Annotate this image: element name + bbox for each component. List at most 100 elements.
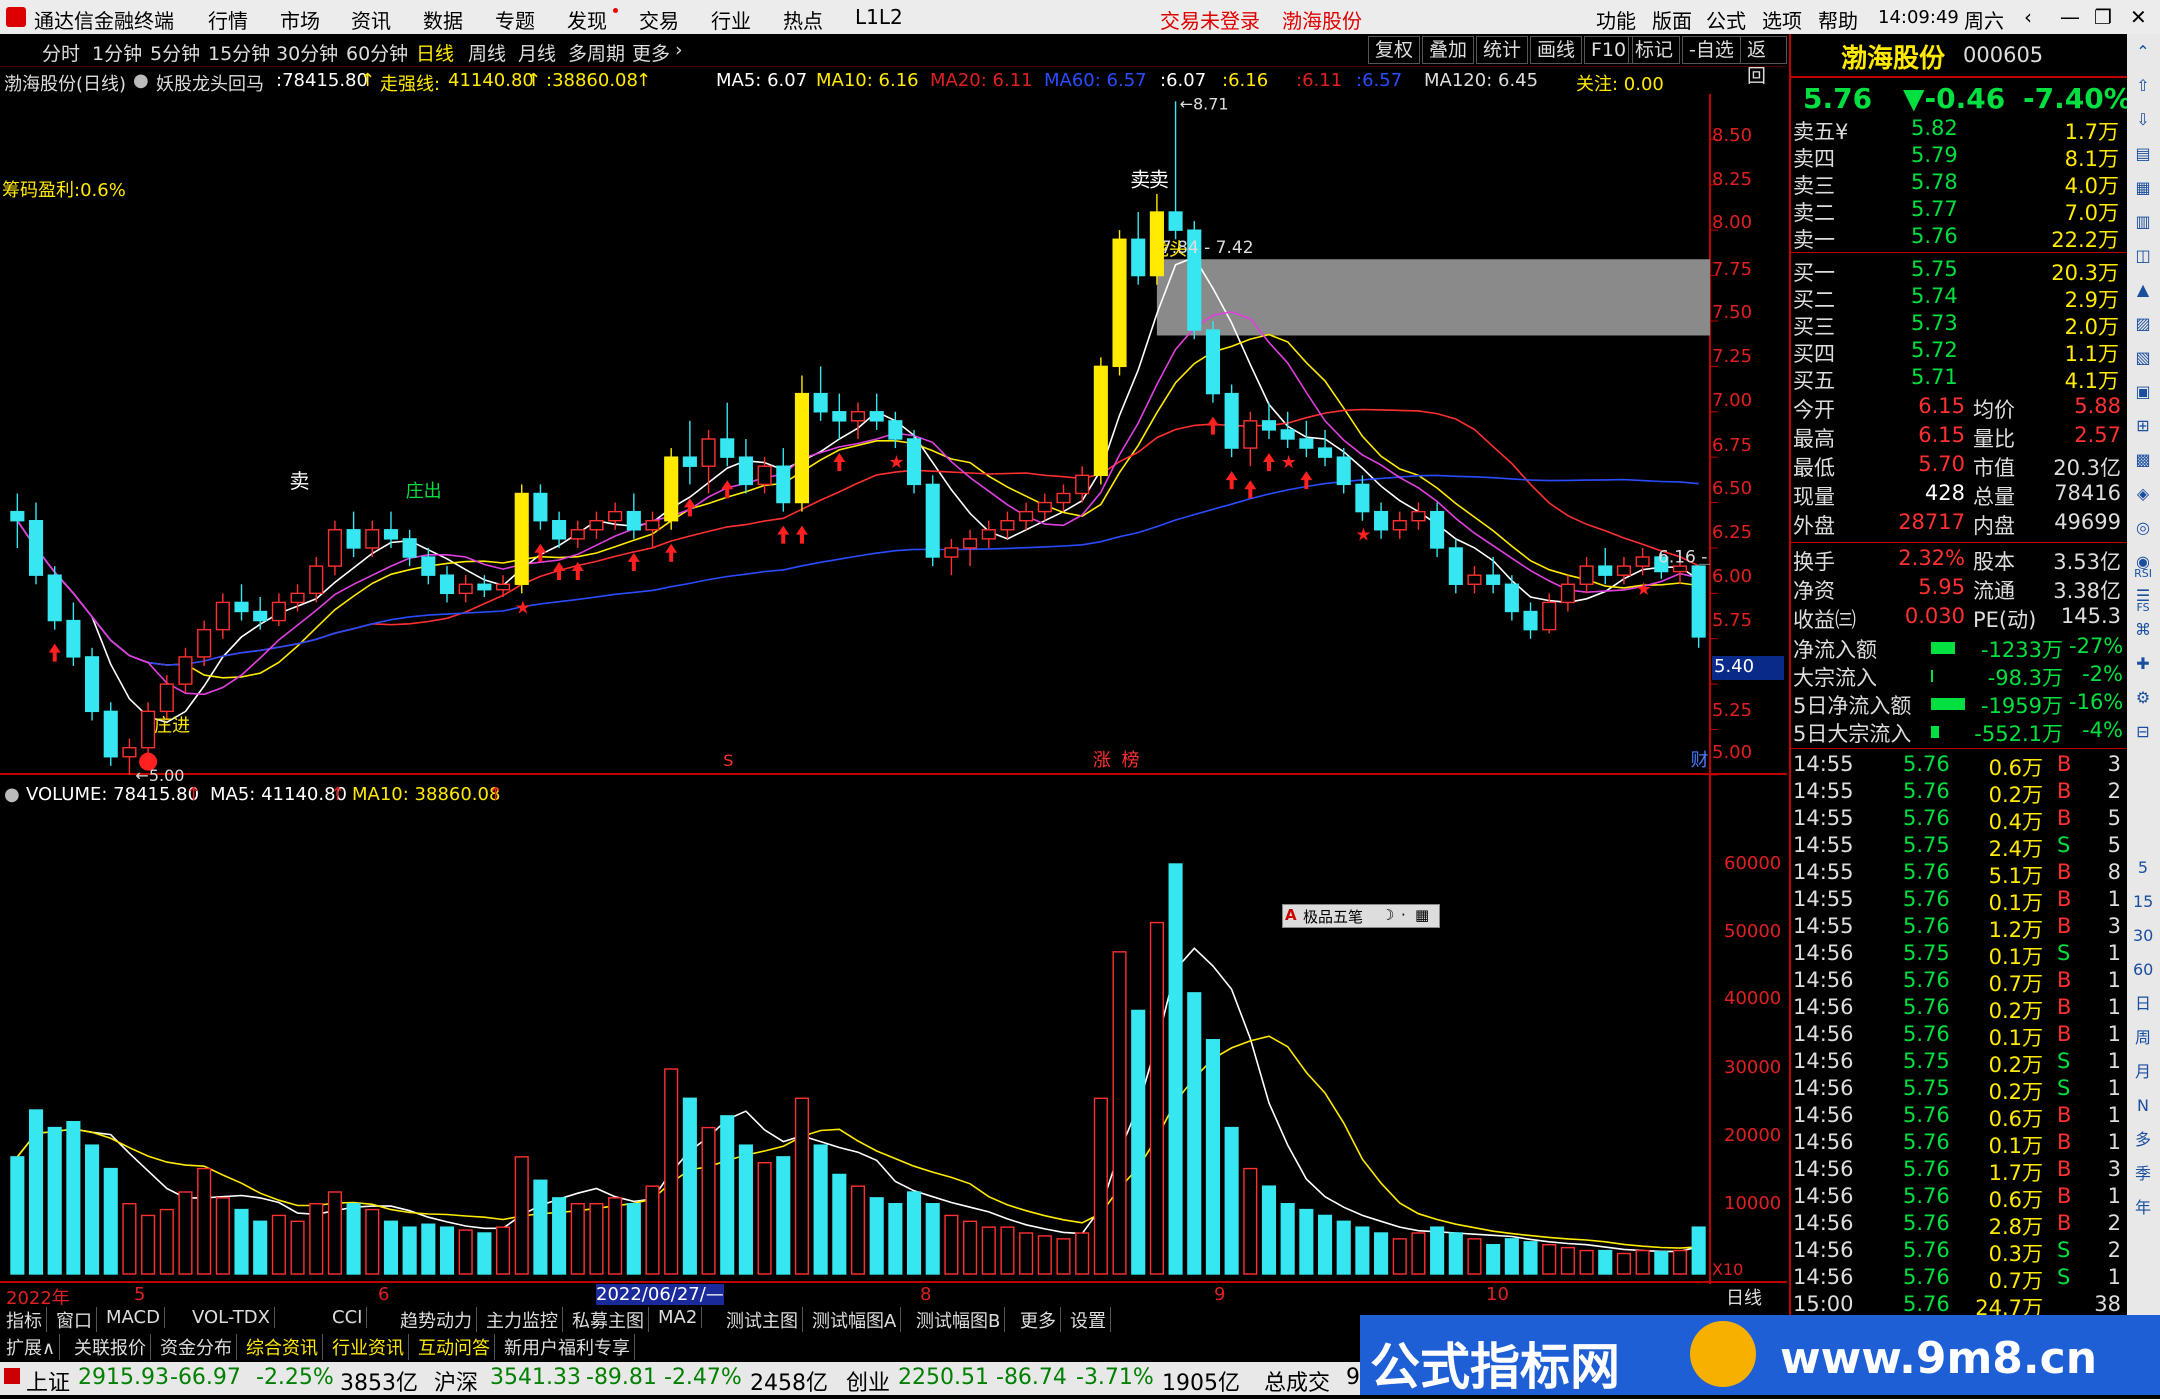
side-tool-icon[interactable]: ⚙	[2133, 688, 2153, 708]
period-weekly[interactable]: 周线	[468, 39, 506, 66]
menu-redian[interactable]: 热点	[783, 5, 823, 34]
indicator-tab-5[interactable]: 趋势动力	[396, 1307, 477, 1333]
hs-label[interactable]: 沪深	[434, 1365, 478, 1397]
menu-jiaoyi[interactable]: 交易	[639, 5, 679, 34]
side-tool-icon[interactable]: ◎	[2133, 518, 2153, 538]
period-5min[interactable]: 5分钟	[150, 39, 200, 66]
menu-shuju[interactable]: 数据	[423, 5, 463, 34]
info-tab-2[interactable]: 资金分布	[156, 1334, 237, 1360]
menu-hangqing[interactable]: 行情	[208, 5, 248, 34]
indicator-tab-2[interactable]: MACD	[102, 1307, 165, 1328]
period-15min[interactable]: 15分钟	[208, 39, 270, 66]
side-tool-icon[interactable]: ◫	[2133, 246, 2153, 266]
close-icon[interactable]: ✕	[2130, 5, 2147, 29]
side-tool-icon[interactable]: ▤	[2133, 144, 2153, 164]
menu-banmian[interactable]: 版面	[1652, 5, 1692, 34]
indicator-tab-7[interactable]: 私募主图	[568, 1307, 649, 1333]
side-tool-icon[interactable]: ⇩	[2133, 110, 2153, 130]
side-period-15[interactable]: 15	[2133, 892, 2153, 912]
side-period-1[interactable]: 周	[2133, 1028, 2153, 1048]
minimize-icon[interactable]: —	[2060, 5, 2080, 29]
sh-label[interactable]: 上证	[26, 1365, 70, 1397]
period-more[interactable]: 更多	[632, 39, 670, 66]
orderbook-price[interactable]: 5.76	[1911, 224, 1958, 248]
indicator-tab-8[interactable]: MA2	[654, 1307, 703, 1328]
period-monthly[interactable]: 月线	[518, 39, 556, 66]
period-multi[interactable]: 多周期	[568, 39, 625, 66]
menu-shichang[interactable]: 市场	[280, 5, 320, 34]
period-fenshi[interactable]: 分时	[42, 39, 80, 66]
menu-hangye[interactable]: 行业	[711, 5, 751, 34]
indicator-tab-10[interactable]: 测试幅图A	[808, 1307, 902, 1333]
ime-punct-icon[interactable]: ·	[1401, 906, 1406, 924]
period-daily[interactable]: 日线	[416, 39, 454, 66]
menu-zixun[interactable]: 资讯	[351, 5, 391, 34]
cy-label[interactable]: 创业	[846, 1365, 890, 1397]
restore-icon[interactable]: ❐	[2094, 5, 2112, 29]
info-tab-5[interactable]: 互动问答	[414, 1334, 495, 1360]
side-tool-icon[interactable]: ▦	[2133, 178, 2153, 198]
side-tool-icon[interactable]: ▩	[2133, 450, 2153, 470]
side-tool-icon[interactable]: ⇧	[2133, 76, 2153, 96]
side-period-3[interactable]: N	[2133, 1096, 2153, 1116]
info-tab-0[interactable]: 扩展∧	[2, 1334, 61, 1360]
orderbook-price[interactable]: 5.78	[1911, 170, 1958, 194]
period-1min[interactable]: 1分钟	[92, 39, 142, 66]
orderbook-price[interactable]: 5.79	[1911, 143, 1958, 167]
period-60min[interactable]: 60分钟	[346, 39, 408, 66]
side-label-fs[interactable]: FS	[2133, 598, 2153, 618]
indicator-tab-1[interactable]: 窗口	[52, 1307, 97, 1333]
btn-diejia[interactable]: 叠加	[1422, 36, 1475, 64]
side-tool-icon[interactable]: ▥	[2133, 212, 2153, 232]
indicator-tab-0[interactable]: 指标	[2, 1307, 47, 1333]
btn-f10[interactable]: F10	[1584, 36, 1634, 64]
menu-bangzhu[interactable]: 帮助	[1818, 5, 1858, 34]
back-arrow-icon[interactable]: ‹	[2024, 5, 2032, 29]
side-tool-icon[interactable]: ⊞	[2133, 416, 2153, 436]
orderbook-price[interactable]: 5.74	[1911, 284, 1958, 308]
formula-icon[interactable]: ●	[133, 70, 149, 91]
menu-faxian[interactable]: 发现	[567, 5, 607, 34]
side-label-rsi[interactable]: RSI	[2133, 564, 2153, 584]
info-tab-1[interactable]: 关联报价	[70, 1334, 151, 1360]
btn-huaxian[interactable]: 画线	[1530, 36, 1583, 64]
ime-keyboard-icon[interactable]: ▦	[1415, 906, 1429, 924]
btn-fuquan[interactable]: 复权	[1368, 36, 1421, 64]
menu-gongneng[interactable]: 功能	[1596, 5, 1636, 34]
side-period-2[interactable]: 月	[2133, 1062, 2153, 1082]
side-tool-icon[interactable]: ⌃	[2133, 42, 2153, 62]
indicator-tab-9[interactable]: 测试主图	[722, 1307, 803, 1333]
side-period-6[interactable]: 年	[2133, 1198, 2153, 1218]
side-tool-icon[interactable]: ▧	[2133, 348, 2153, 368]
kline-chart[interactable]: ★★ ★★★←8.71←5.007.84 - 7.426.16 -卖卖卖龙头庄进庄…	[0, 94, 1787, 1305]
side-period-60[interactable]: 60	[2133, 960, 2153, 980]
side-period-30[interactable]: 30	[2133, 926, 2153, 946]
volume-menu-icon[interactable]: ●	[4, 784, 20, 805]
ime-moon-icon[interactable]: ☽	[1381, 906, 1394, 924]
side-tool-icon[interactable]: ▣	[2133, 382, 2153, 402]
side-tool-icon[interactable]: ✚	[2133, 654, 2153, 674]
info-tab-6[interactable]: 新用户福利专享	[500, 1334, 635, 1360]
side-tool-icon[interactable]: ▨	[2133, 314, 2153, 334]
btn-biaoji[interactable]: 标记	[1628, 36, 1681, 64]
login-status[interactable]: 交易未登录	[1160, 5, 1260, 34]
indicator-tab-11[interactable]: 测试幅图B	[912, 1307, 1006, 1333]
orderbook-price[interactable]: 5.75	[1911, 257, 1958, 281]
orderbook-price[interactable]: 5.73	[1911, 311, 1958, 335]
indicator-tab-12[interactable]: 更多	[1016, 1307, 1061, 1333]
orderbook-price[interactable]: 5.82	[1911, 116, 1958, 140]
indicator-tab-6[interactable]: 主力监控	[482, 1307, 563, 1333]
side-tool-icon[interactable]: ◈	[2133, 484, 2153, 504]
menu-l1l2[interactable]: L1L2	[855, 5, 903, 29]
indicator-tab-3[interactable]: VOL-TDX	[188, 1307, 275, 1328]
formula-name[interactable]: 妖股龙头回马	[156, 70, 264, 96]
orderbook-price[interactable]: 5.71	[1911, 365, 1958, 389]
indicator-tab-13[interactable]: 设置	[1066, 1307, 1111, 1333]
side-tool-icon[interactable]: ▲	[2133, 280, 2153, 300]
btn-tongji[interactable]: 统计	[1476, 36, 1529, 64]
menu-zhuanti[interactable]: 专题	[495, 5, 535, 34]
side-period-5[interactable]: 季	[2133, 1164, 2153, 1184]
period-30min[interactable]: 30分钟	[276, 39, 338, 66]
side-tool-icon[interactable]: ⊟	[2133, 722, 2153, 742]
chevron-right-icon[interactable]: ›	[675, 39, 683, 61]
